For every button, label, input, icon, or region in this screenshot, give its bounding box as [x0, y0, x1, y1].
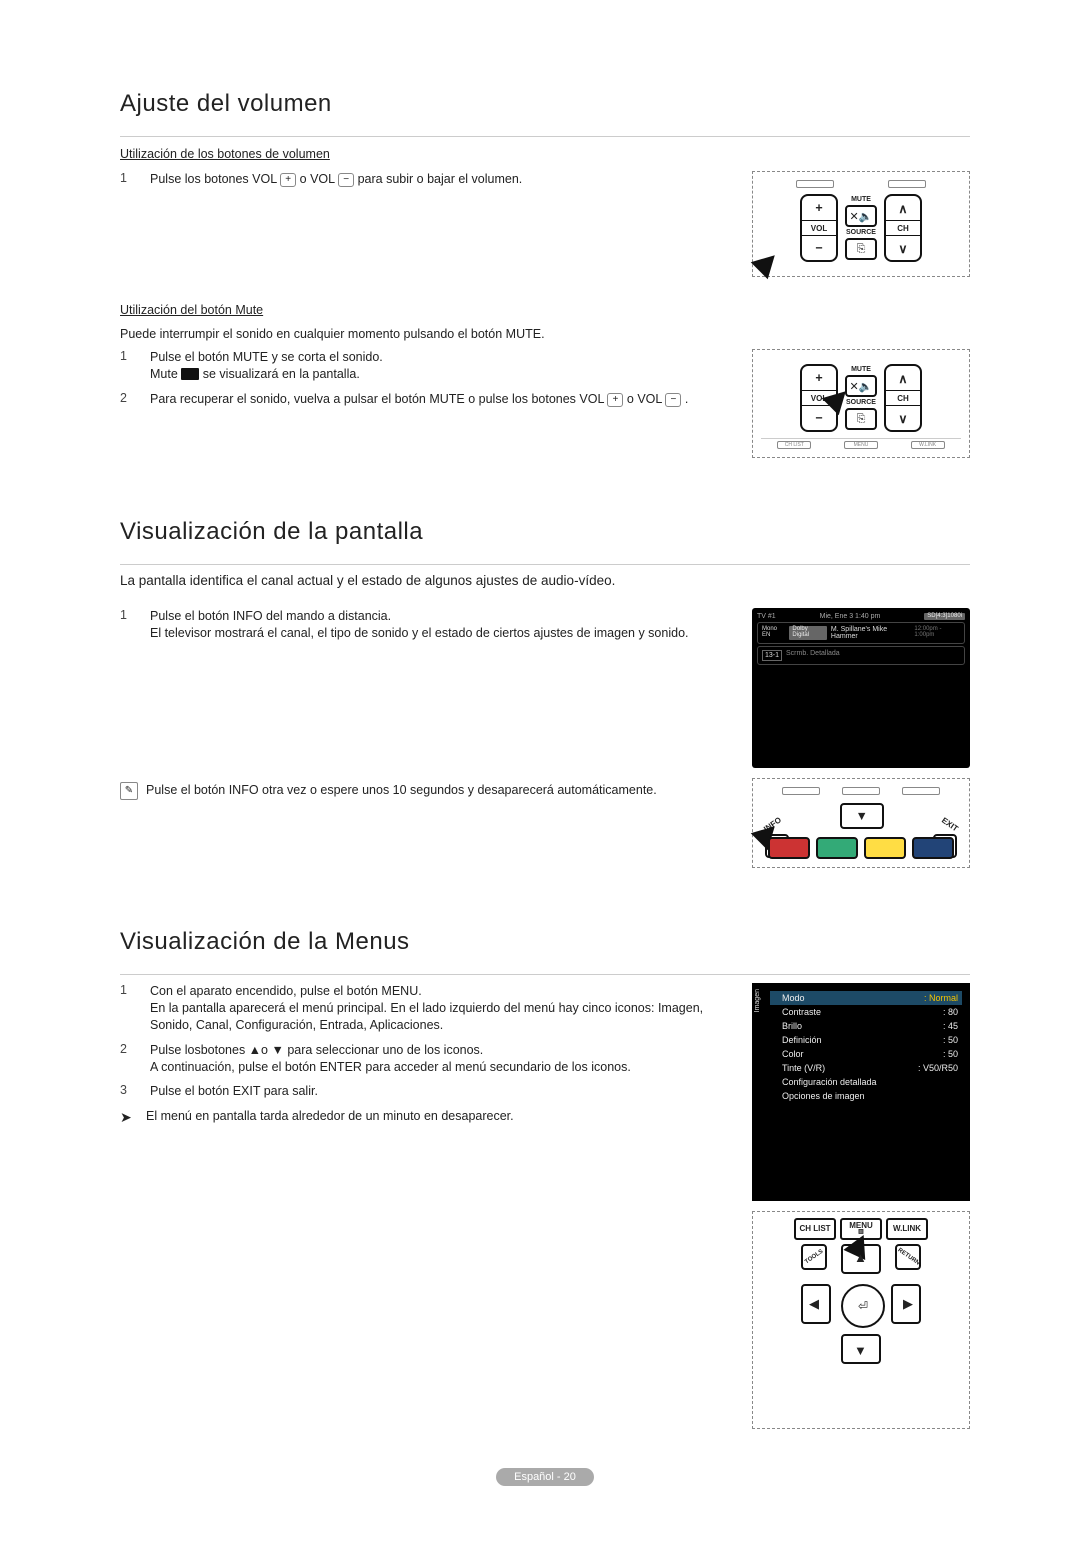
step-number: 1 — [120, 983, 134, 1034]
section2-note: Pulse el botón INFO otra vez o espere un… — [146, 782, 657, 800]
step-number: 3 — [120, 1083, 134, 1100]
yellow-button — [864, 837, 906, 859]
blue-button — [912, 837, 954, 859]
osd-menu-item: Opciones de imagen — [770, 1089, 962, 1103]
divider — [120, 136, 970, 137]
remote-nav-diagram: CH LIST MENU ▥ W.LINK TOOLS RETURN — [752, 1211, 970, 1429]
osd-category: Imagen — [754, 989, 761, 1012]
osd-menu-item: Configuración detallada — [770, 1075, 962, 1089]
plus-icon: + — [280, 173, 296, 187]
mute-indicator-icon — [181, 368, 199, 380]
green-button — [816, 837, 858, 859]
section2-intro: La pantalla identifica el canal actual y… — [120, 573, 970, 588]
section3-step3: Pulse el botón EXIT para salir. — [150, 1083, 732, 1100]
source-icon: ⎘ — [845, 238, 877, 260]
mute-step1: Pulse el botón MUTE y se corta el sonido… — [150, 349, 732, 383]
page-footer: Español - 20 — [120, 1469, 970, 1483]
enter-button: ⏎ — [841, 1284, 885, 1328]
note-icon: ✎ — [120, 782, 138, 800]
mute-icon: ✕🔈 — [845, 205, 877, 227]
wlink-button: W.LINK — [886, 1218, 928, 1240]
section1-title: Ajuste del volumen — [120, 90, 970, 118]
osd-menu-item: Contraste: 80 — [770, 1005, 962, 1019]
remote-volume-diagram: + VOL − MUTE ✕🔈 SOURCE ⎘ ∧ CH ∨ — [752, 171, 970, 277]
remote-info-diagram: INFO i ▼ EXIT ⎋ — [752, 778, 970, 868]
osd-menu-item: Color: 50 — [770, 1047, 962, 1061]
step-number: 2 — [120, 1042, 134, 1076]
section2-step1: Pulse el botón INFO del mando a distanci… — [150, 608, 732, 642]
section3-title: Visualización de la Menus — [120, 928, 970, 956]
tv-info-panel: TV #1 Mie, Ene 3 1:40 pm SD[4:3]1080i Mo… — [752, 608, 970, 768]
remote-mute-diagram: + VOL − MUTE ✕🔈 SOURCE ⎘ ∧ CH ∨ CH LISTM — [752, 349, 970, 458]
section1-sub2-intro: Puede interrumpir el sonido en cualquier… — [120, 327, 970, 341]
osd-menu-item: Tinte (V/R): V50/R50 — [770, 1061, 962, 1075]
section1-sub1: Utilización de los botones de volumen — [120, 147, 970, 161]
step-number: 1 — [120, 608, 134, 642]
arrow-icon: ➤ — [120, 1108, 138, 1127]
mute-icon: ✕🔈 — [845, 375, 877, 397]
section3-note: El menú en pantalla tarda alrededor de u… — [146, 1108, 514, 1127]
osd-menu-item: Brillo: 45 — [770, 1019, 962, 1033]
osd-menu-panel: Imagen Modo: NormalContraste: 80Brillo: … — [752, 983, 970, 1201]
step-number: 1 — [120, 171, 134, 188]
mute-step2: Para recuperar el sonido, vuelva a pulsa… — [150, 391, 732, 408]
chlist-button: CH LIST — [794, 1218, 836, 1240]
plus-icon: + — [607, 393, 623, 407]
step-number: 1 — [120, 349, 134, 383]
red-button — [768, 837, 810, 859]
pointer-icon — [751, 247, 784, 280]
osd-menu-item: Definición: 50 — [770, 1033, 962, 1047]
step-number: 2 — [120, 391, 134, 408]
section3-step2: Pulse losbotones ▲o ▼ para seleccionar u… — [150, 1042, 732, 1076]
minus-icon: − — [338, 173, 354, 187]
vol-rocker: + VOL − — [800, 194, 838, 262]
exit-button-label: EXIT — [940, 816, 960, 834]
section3-step1: Con el aparato encendido, pulse el botón… — [150, 983, 732, 1034]
osd-menu-item: Modo: Normal — [770, 991, 962, 1005]
source-icon: ⎘ — [845, 408, 877, 430]
divider — [120, 564, 970, 565]
section1-step1: Pulse los botones VOL + o VOL − para sub… — [150, 171, 732, 188]
section2-title: Visualización de la pantalla — [120, 518, 970, 546]
ch-rocker: ∧ CH ∨ — [884, 194, 922, 262]
down-button: ▼ — [840, 803, 884, 829]
divider — [120, 974, 970, 975]
section1-sub2: Utilización del botón Mute — [120, 303, 970, 317]
minus-icon: − — [665, 393, 681, 407]
